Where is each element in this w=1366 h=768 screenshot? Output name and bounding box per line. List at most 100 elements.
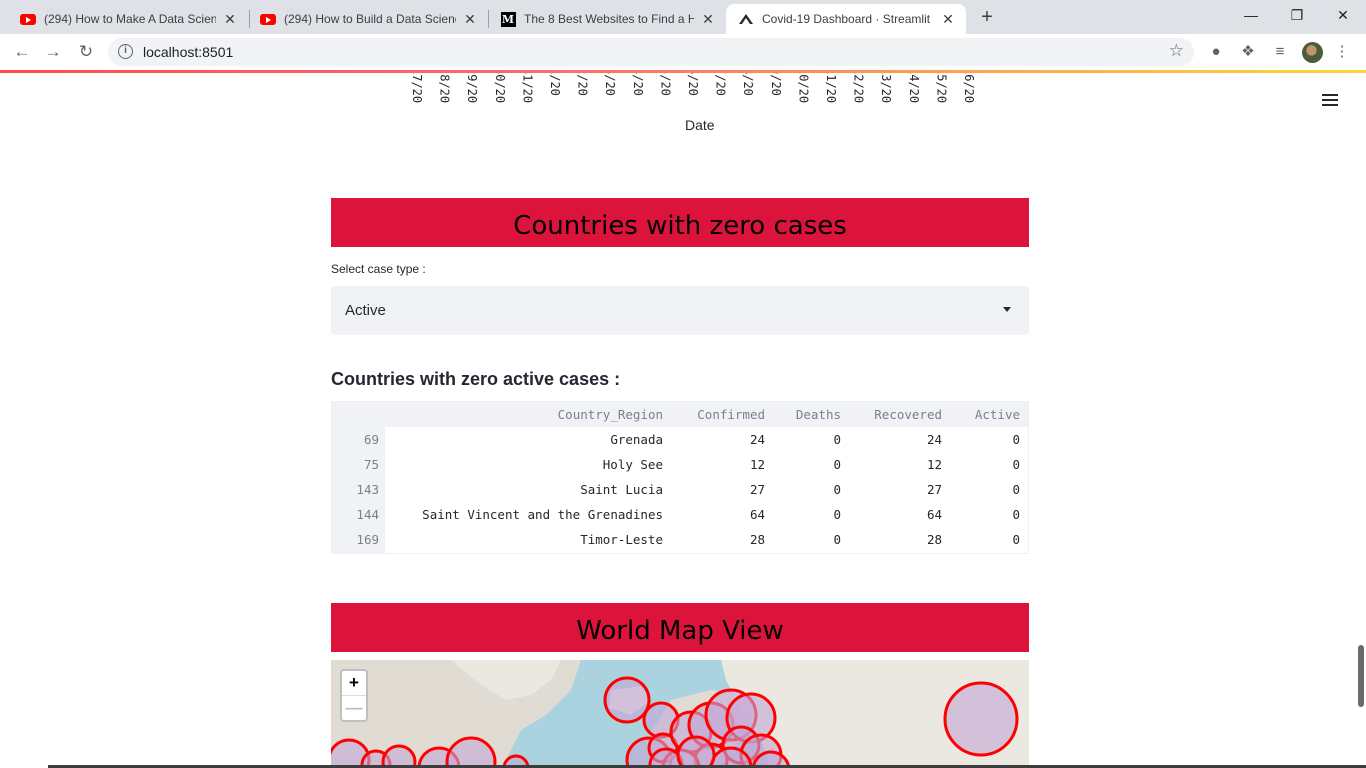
zoom-out-button[interactable]: — <box>342 695 366 719</box>
date-tick-label: 9/20 <box>768 73 783 96</box>
table-cell: 27 <box>926 482 942 497</box>
date-tick-label: 10/20 <box>796 73 811 104</box>
map-zoom-control: + — <box>340 669 368 722</box>
world-map-banner: World Map View <box>331 603 1029 652</box>
tab-strip: (294) How to Make A Data Scienc ✕ (294) … <box>0 0 1366 34</box>
new-tab-button[interactable]: + <box>976 6 998 28</box>
table-cell: 24 <box>926 432 942 447</box>
reload-button[interactable]: ↻ <box>74 40 98 64</box>
close-tab-icon[interactable]: ✕ <box>940 11 956 28</box>
table-cell: 12 <box>749 457 765 472</box>
browser-tab-3[interactable]: M The 8 Best Websites to Find a Ha ✕ <box>488 4 726 34</box>
page-scrollbar[interactable] <box>1358 645 1364 707</box>
table-cell: Holy See <box>602 457 663 472</box>
zero-cases-banner: Countries with zero cases <box>331 198 1029 247</box>
close-tab-icon[interactable]: ✕ <box>222 11 238 28</box>
table-cell: Saint Lucia <box>580 482 663 497</box>
case-type-value: Active <box>345 302 386 319</box>
table-cell: 0 <box>833 457 841 472</box>
date-tick-label: 16/20 <box>962 73 976 104</box>
close-tab-icon[interactable]: ✕ <box>462 11 478 28</box>
medium-icon: M <box>500 11 516 27</box>
date-tick-label: 27/20 <box>410 73 424 104</box>
table-cell: 24 <box>749 432 765 447</box>
table-cell: 0 <box>1012 432 1020 447</box>
table-cell: 28 <box>926 532 942 547</box>
case-marker[interactable] <box>943 681 1019 757</box>
forward-button[interactable]: → <box>41 40 65 64</box>
youtube-icon <box>20 11 36 27</box>
column-header[interactable]: Active <box>960 402 1020 427</box>
column-header[interactable]: Country_Region <box>363 402 663 427</box>
info-icon[interactable]: i <box>118 44 133 59</box>
case-type-label: Select case type : <box>331 262 426 276</box>
tab-title: The 8 Best Websites to Find a Ha <box>524 12 694 26</box>
bookmark-star-icon[interactable]: ☆ <box>1169 41 1184 61</box>
browser-toolbar: ← → ↻ i localhost:8501 ☆ ● ❖ ≡ ⋮ <box>0 34 1366 70</box>
date-tick-label: 2/20 <box>575 73 590 96</box>
date-tick-label: 1/20 <box>548 73 562 96</box>
menu-kebab-icon[interactable]: ⋮ <box>1332 42 1352 62</box>
column-header[interactable]: Deaths <box>771 402 841 427</box>
case-marker[interactable] <box>603 676 651 724</box>
address-bar[interactable]: i localhost:8501 ☆ <box>108 38 1194 66</box>
date-tick-label: 14/20 <box>906 73 921 104</box>
date-tick-label: 28/20 <box>437 73 452 104</box>
restore-button[interactable]: ❐ <box>1274 0 1320 32</box>
close-window-button[interactable]: ✕ <box>1320 0 1366 32</box>
date-tick-label: 29/20 <box>465 73 480 104</box>
minimize-button[interactable]: — <box>1228 0 1274 32</box>
chevron-down-icon <box>1003 307 1011 312</box>
table-cell: 0 <box>833 482 841 497</box>
date-tick-label: 13/20 <box>879 73 894 104</box>
date-tick-label: 8/20 <box>741 73 756 96</box>
x-axis-title: Date <box>685 117 715 133</box>
case-marker[interactable] <box>676 735 716 768</box>
date-tick-label: 5/20 <box>658 73 673 96</box>
extensions-puzzle-icon[interactable]: ❖ <box>1238 42 1258 62</box>
column-header[interactable]: Recovered <box>852 402 942 427</box>
date-axis-ticks: 27/20 28/20 29/20 30/20 31/20 1/20 2/20 3/20 4/2… <box>410 73 990 107</box>
hamburger-menu-icon[interactable] <box>1322 94 1338 106</box>
table-cell: 0 <box>1012 457 1020 472</box>
table-cell: Timor-Leste <box>580 532 663 547</box>
table-cell: 0 <box>1012 507 1020 522</box>
map-canvas <box>331 660 1029 768</box>
case-type-select[interactable]: Active <box>331 286 1029 335</box>
date-tick-label: 30/20 <box>492 73 507 104</box>
browser-tab-1[interactable]: (294) How to Make A Data Scienc ✕ <box>8 4 248 34</box>
date-tick-label: 4/20 <box>630 73 645 96</box>
table-cell: 28 <box>749 532 765 547</box>
date-tick-label: 7/20 <box>713 73 728 96</box>
browser-tab-4-active[interactable]: Covid-19 Dashboard · Streamlit ✕ <box>726 4 966 34</box>
zero-active-subheading: Countries with zero active cases : <box>331 369 621 389</box>
date-tick-label: 31/20 <box>520 73 535 104</box>
tab-title: (294) How to Make A Data Scienc <box>44 12 216 26</box>
media-queue-icon[interactable]: ≡ <box>1270 42 1290 62</box>
profile-avatar[interactable] <box>1302 42 1323 63</box>
zoom-in-button[interactable]: + <box>342 671 366 695</box>
world-map[interactable] <box>331 660 1029 768</box>
table-cell: 0 <box>1012 532 1020 547</box>
url-text: localhost:8501 <box>143 44 234 60</box>
browser-tab-2[interactable]: (294) How to Build a Data Scienc ✕ <box>248 4 488 34</box>
date-tick-label: 11/20 <box>824 73 838 104</box>
table-cell: 27 <box>749 482 765 497</box>
column-header[interactable]: Confirmed <box>675 402 765 427</box>
zero-cases-table[interactable]: Country_Region Confirmed Deaths Recovered Ac… <box>331 401 1029 554</box>
table-cell: 0 <box>833 432 841 447</box>
date-tick-label: 12/20 <box>851 73 866 104</box>
table-cell: Saint Vincent and the Grenadines <box>422 507 663 522</box>
back-button[interactable]: ← <box>10 40 34 64</box>
table-cell: 64 <box>749 507 765 522</box>
table-cell: 0 <box>833 507 841 522</box>
table-cell: 12 <box>926 457 942 472</box>
table-cell: 0 <box>1012 482 1020 497</box>
date-tick-label: 6/20 <box>686 73 700 96</box>
extension-circle-icon[interactable]: ● <box>1206 42 1226 62</box>
tab-title: Covid-19 Dashboard · Streamlit <box>762 12 931 26</box>
table-cell: 64 <box>926 507 942 522</box>
close-tab-icon[interactable]: ✕ <box>700 11 716 28</box>
date-tick-label: 3/20 <box>603 73 618 96</box>
date-tick-label: 15/20 <box>934 73 949 104</box>
